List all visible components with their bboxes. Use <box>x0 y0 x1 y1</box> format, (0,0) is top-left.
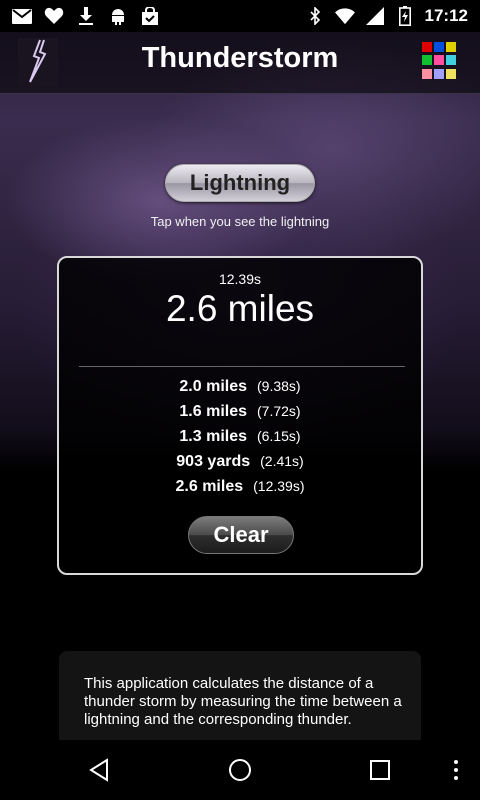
overflow-menu-icon[interactable] <box>440 754 472 786</box>
history-time: (12.39s) <box>253 478 305 494</box>
history-distance: 1.3 miles <box>179 428 248 445</box>
history-time: (6.15s) <box>257 428 301 444</box>
history-row: 1.3 miles (6.15s) <box>59 428 421 453</box>
menu-color-cell <box>422 42 432 52</box>
app-title: Thunderstorm <box>141 42 339 74</box>
android-debug-icon <box>108 7 128 25</box>
last-measurement-time: 12.39s <box>218 271 262 287</box>
lightning-hint: Tap when you see the lightning <box>150 214 330 229</box>
signal-icon <box>365 7 385 25</box>
wifi-icon <box>334 7 355 25</box>
history-time: (9.38s) <box>257 378 301 394</box>
history-time: (2.41s) <box>260 453 304 469</box>
history-row: 903 yards (2.41s) <box>59 453 421 478</box>
navigation-bar <box>0 740 480 800</box>
battery-icon <box>395 6 415 26</box>
menu-color-cell <box>434 55 444 66</box>
history-row: 1.6 miles (7.72s) <box>59 403 421 428</box>
menu-color-cell <box>422 55 432 66</box>
history-time: (7.72s) <box>257 403 301 419</box>
menu-color-cell <box>446 55 456 66</box>
history-list: 2.0 miles (9.38s) 1.6 miles (7.72s) 1.3 … <box>59 378 421 503</box>
history-distance: 2.0 miles <box>179 378 248 395</box>
menu-color-cell <box>434 68 444 79</box>
gmail-icon <box>12 7 32 25</box>
divider <box>79 366 405 367</box>
home-icon[interactable] <box>224 754 256 786</box>
description-card: This application calculates the distance… <box>59 651 421 740</box>
heart-icon <box>44 7 64 25</box>
menu-color-cell <box>422 68 432 79</box>
shopping-bag-icon <box>140 7 160 25</box>
history-row: 2.6 miles (12.39s) <box>59 478 421 503</box>
color-grid-icon[interactable] <box>422 42 460 80</box>
action-bar: Thunderstorm <box>0 32 480 94</box>
last-measurement-distance: 2.6 miles <box>165 288 315 329</box>
menu-color-cell <box>446 42 456 52</box>
recents-icon[interactable] <box>364 754 396 786</box>
history-row: 2.0 miles (9.38s) <box>59 378 421 403</box>
lightning-button[interactable]: Lightning <box>165 164 315 202</box>
history-distance: 2.6 miles <box>175 478 244 495</box>
bluetooth-icon <box>305 7 325 25</box>
result-panel: 12.39s 2.6 miles 2.0 miles (9.38s) 1.6 m… <box>57 256 423 575</box>
description-text: This application calculates the distance… <box>84 675 402 728</box>
download-icon <box>76 7 96 25</box>
history-distance: 1.6 miles <box>179 403 248 420</box>
clock: 17:12 <box>424 6 468 25</box>
menu-color-cell <box>446 68 456 79</box>
history-distance: 903 yards <box>176 453 251 470</box>
menu-color-cell <box>434 42 444 52</box>
clear-button[interactable]: Clear <box>188 516 294 554</box>
back-icon[interactable] <box>83 754 115 786</box>
status-bar: 17:12 <box>0 0 480 32</box>
